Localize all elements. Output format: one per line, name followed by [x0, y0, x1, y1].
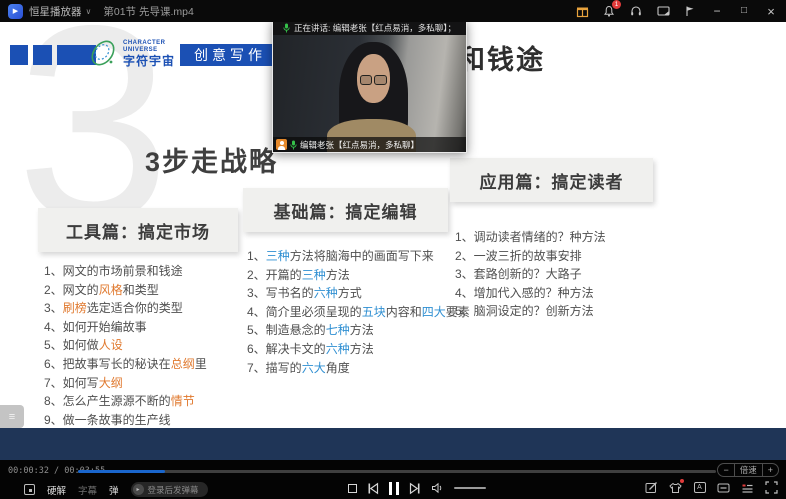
screencast-icon[interactable]: [656, 4, 670, 18]
current-file-name: 第01节 先导课.mp4: [103, 4, 193, 19]
course-item: 6、把故事写长的秘诀在总纲里: [44, 355, 207, 374]
course-item: 3、套路创新的？大路子: [455, 265, 606, 284]
minimize-button[interactable]: −: [710, 4, 724, 18]
app-name[interactable]: 恒星播放器: [29, 4, 82, 19]
right-toolbar: A: [645, 481, 778, 494]
section-header-label: 工具篇：搞定市场: [66, 218, 210, 243]
course-item: 7、如何写大纲: [44, 374, 207, 393]
course-item: 1、网文的市场前景和钱途: [44, 262, 207, 281]
webcam-overlay[interactable]: 正在讲话: 编辑老张【红点易消，多私聊】； 编辑老张【红点易消，多私聊】: [272, 20, 467, 153]
danmaku-placeholder: 登录后发弹幕: [148, 484, 199, 496]
player-window: ▶ 恒星播放器 ∨ 第01节 先导课.mp4 1 − □ ×: [0, 0, 786, 499]
course-item: 7、描写的六大角度: [247, 359, 470, 378]
progress-bar[interactable]: [78, 470, 716, 473]
course-item: 9、做一条故事的生产线: [44, 411, 207, 430]
section-header-basics: 基础篇：搞定编辑: [243, 188, 448, 232]
skin-theme-icon[interactable]: [669, 481, 682, 494]
section-header-label: 基础篇：搞定编辑: [274, 198, 418, 223]
person-glasses: [360, 75, 387, 86]
previous-button[interactable]: [367, 482, 379, 495]
edit-notes-icon[interactable]: [645, 481, 658, 494]
speaking-status-bar: 正在讲话: 编辑老张【红点易消，多私聊】；: [273, 21, 466, 35]
speed-label[interactable]: 倍速: [734, 464, 763, 476]
mic-icon: [290, 140, 297, 150]
titlebar: ▶ 恒星播放器 ∨ 第01节 先导课.mp4 1 − □ ×: [0, 0, 786, 22]
player-controls: 00:00:32 / 00:03:55 − 倍速 + 硬解 字幕 弹 ▸ 登录后…: [0, 460, 786, 499]
volume-slider[interactable]: [454, 487, 486, 489]
webcam-name-bar: 编辑老张【红点易消，多私聊】: [273, 137, 466, 152]
course-item: 2、网文的风格和类型: [44, 281, 207, 300]
chevron-down-icon[interactable]: ∨: [86, 7, 92, 16]
volume-icon[interactable]: [431, 482, 444, 494]
course-item: 8、怎么产生源源不断的情节: [44, 392, 207, 411]
strategy-title: 3步走战略: [145, 140, 278, 179]
skin-red-dot: [680, 479, 684, 483]
disc-drive-icon[interactable]: [717, 481, 730, 494]
course-item: 5、制造悬念的七种方法: [247, 321, 470, 340]
titlebar-actions: 1 − □ ×: [575, 4, 778, 18]
deco-blue-bar: [10, 45, 28, 65]
course-item: 1、调动读者情绪的？种方法: [455, 228, 606, 247]
brand-wordmark: CHARACTER UNIVERSE 字符宇宙: [123, 40, 175, 69]
creative-writing-badge: 创意写作: [180, 44, 280, 66]
subtitle-file-icon[interactable]: A: [693, 481, 706, 494]
speed-increase-button[interactable]: +: [763, 464, 778, 476]
stop-button[interactable]: [348, 484, 357, 493]
course-item: 5、如何做人设: [44, 336, 207, 355]
speed-decrease-button[interactable]: −: [718, 464, 733, 476]
app-logo-icon: ▶: [8, 4, 23, 19]
gift-icon[interactable]: [575, 4, 589, 18]
course-item: 3、写书名的六种方式: [247, 284, 470, 303]
danmaku-send-icon: ▸: [133, 484, 144, 495]
course-list-application: 1、调动读者情绪的？种方法2、一波三折的故事安排3、套路创新的？大路子4、增加代…: [455, 228, 606, 321]
section-header-application: 应用篇：搞定读者: [450, 158, 653, 202]
next-button[interactable]: [409, 482, 421, 495]
course-list-tools: 1、网文的市场前景和钱途2、网文的风格和类型3、刷榜选定适合你的类型4、如何开始…: [44, 262, 207, 429]
course-item: 5、脑洞设定的？创新方法: [455, 302, 606, 321]
detach-window-icon[interactable]: [24, 484, 35, 495]
transport-controls: [348, 480, 486, 496]
feedback-flag-icon[interactable]: [683, 4, 697, 18]
webcam-name-text: 编辑老张【红点易消，多私聊】: [300, 139, 419, 151]
mic-icon: [283, 23, 290, 33]
slide-top-title: 和钱途: [458, 38, 545, 77]
course-item: 6、解决卡文的六种方法: [247, 340, 470, 359]
subtitle-toggle[interactable]: 字幕: [78, 483, 97, 497]
notification-badge: 1: [612, 0, 621, 9]
speed-control: − 倍速 +: [717, 463, 779, 477]
playlist-icon[interactable]: [741, 481, 754, 494]
brand-globe-icon: [87, 37, 119, 69]
section-header-tools: 工具篇：搞定市场: [38, 208, 238, 252]
course-item: 4、增加代入感的？种方法: [455, 284, 606, 303]
left-toolbar: 硬解 字幕 弹 ▸ 登录后发弹幕: [24, 482, 208, 497]
menu-icon: ≡: [9, 411, 15, 423]
notification-bell-icon[interactable]: 1: [602, 4, 616, 18]
course-item: 4、如何开始编故事: [44, 318, 207, 337]
playlist-side-tab[interactable]: ≡: [0, 405, 24, 428]
fullscreen-icon[interactable]: [765, 481, 778, 494]
section-header-label: 应用篇：搞定读者: [480, 168, 624, 193]
course-item: 2、一波三折的故事安排: [455, 247, 606, 266]
danmaku-input[interactable]: ▸ 登录后发弹幕: [131, 482, 208, 497]
maximize-button[interactable]: □: [737, 4, 751, 18]
course-item: 4、简介里必须呈现的五块内容和四大要素: [247, 303, 470, 322]
danmaku-toggle[interactable]: 弹: [109, 483, 119, 497]
course-list-basics: 1、三种方法将脑海中的画面写下来2、开篇的三种方法3、写书名的六种方式4、简介里…: [247, 247, 470, 377]
headphones-support-icon[interactable]: [629, 4, 643, 18]
course-item: 2、开篇的三种方法: [247, 266, 470, 285]
avatar: [276, 139, 287, 150]
course-item: 3、刷榜选定适合你的类型: [44, 299, 207, 318]
hardware-decode-toggle[interactable]: 硬解: [47, 483, 66, 497]
deco-blue-bar: [33, 45, 52, 65]
course-item: 1、三种方法将脑海中的画面写下来: [247, 247, 470, 266]
slide-bottom-band: [0, 428, 786, 460]
progress-fill: [78, 470, 165, 473]
pause-button[interactable]: [389, 482, 399, 495]
webcam-video: [273, 35, 466, 152]
close-button[interactable]: ×: [764, 4, 778, 18]
speaking-status-text: 正在讲话: 编辑老张【红点易消，多私聊】；: [294, 22, 456, 34]
